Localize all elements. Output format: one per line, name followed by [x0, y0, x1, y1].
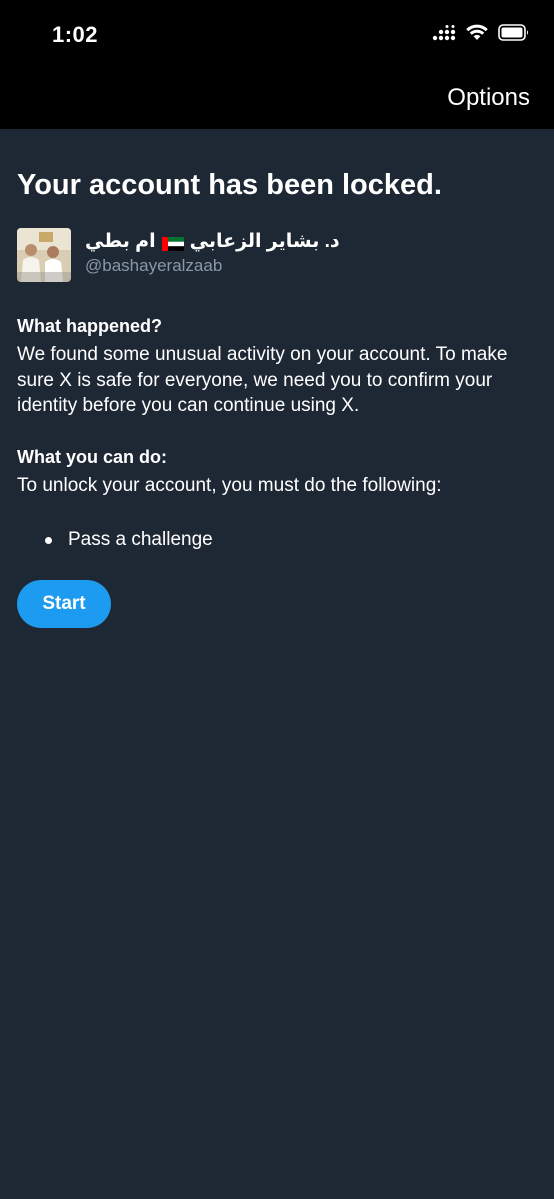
options-button[interactable]: Options [447, 84, 530, 112]
wifi-icon [466, 24, 488, 46]
main-content: Your account has been locked. د. بشاير ا… [17, 129, 537, 628]
account-name-text: د. بشاير الزعابي [189, 231, 340, 252]
status-time: 1:02 [52, 22, 99, 47]
status-bar: 1:02 [0, 0, 554, 70]
list-item: Pass a challenge [17, 527, 537, 552]
avatar [17, 228, 71, 282]
task-item-label: Pass a challenge [68, 529, 213, 550]
what-happened-heading: What happened? [17, 316, 162, 336]
what-happened-text: We found some unusual activity on your a… [17, 344, 508, 416]
signal-icon [432, 24, 456, 46]
account-name-suffix: ام بطي [85, 231, 156, 252]
uae-flag-icon [161, 235, 184, 251]
bullet-icon [45, 537, 52, 544]
what-you-can-do-text: To unlock your account, you must do the … [17, 474, 442, 496]
start-button[interactable]: Start [17, 580, 111, 628]
account-display-name: د. بشاير الزعابي ام بطي [85, 230, 340, 253]
page-title: Your account has been locked. [17, 169, 442, 201]
status-icons [432, 24, 530, 46]
what-you-can-do-heading: What you can do: [17, 446, 167, 467]
task-list: Pass a challenge [17, 527, 537, 552]
account-row: د. بشاير الزعابي ام بطي @bashayeralzaab [17, 228, 537, 284]
account-handle: @bashayeralzaab [85, 256, 223, 275]
nav-bar: Options [0, 70, 554, 129]
battery-icon [498, 24, 530, 46]
